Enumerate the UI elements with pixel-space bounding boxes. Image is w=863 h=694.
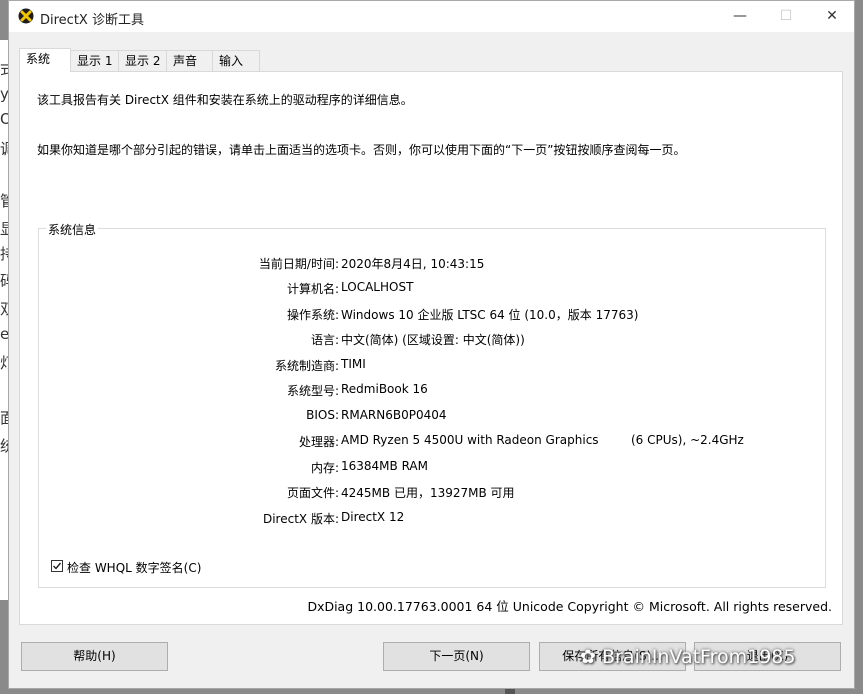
info-row-directx-version: DirectX 版本: DirectX 12 bbox=[39, 510, 819, 528]
info-row-computer-name: 计算机名: LOCALHOST bbox=[39, 280, 819, 298]
info-label: 系统型号: bbox=[286, 384, 339, 398]
info-row-manufacturer: 系统制造商: TIMI bbox=[39, 357, 819, 375]
tab-system[interactable]: 系统 bbox=[19, 48, 71, 72]
system-tab-panel: 该工具报告有关 DirectX 组件和安装在系统上的驱动程序的详细信息。 如果你… bbox=[19, 71, 843, 625]
info-label: 处理器: bbox=[298, 435, 339, 449]
tab-display-1[interactable]: 显示 1 bbox=[70, 50, 119, 71]
info-label: 当前日期/时间: bbox=[258, 257, 339, 271]
info-value: 4245MB 已用，13927MB 可用 bbox=[341, 486, 515, 500]
info-label: 系统制造商: bbox=[274, 359, 339, 373]
maximize-button[interactable]: ☐ bbox=[763, 1, 809, 32]
whql-checkbox-label[interactable]: 检查 WHQL 数字签名(C) bbox=[67, 559, 201, 576]
info-value: RedmiBook 16 bbox=[341, 382, 428, 396]
copyright-footer: DxDiag 10.00.17763.0001 64 位 Unicode Cop… bbox=[307, 599, 832, 614]
directx-x-icon bbox=[18, 8, 34, 24]
checkmark-icon bbox=[53, 562, 62, 570]
dxdiag-window: DirectX 诊断工具 — ☐ ✕ 系统 显示 1 显示 2 声音 输入 该工… bbox=[8, 0, 855, 689]
next-page-button[interactable]: 下一页(N) bbox=[383, 642, 530, 671]
close-button[interactable]: ✕ bbox=[809, 1, 855, 32]
title-bar[interactable]: DirectX 诊断工具 — ☐ ✕ bbox=[9, 1, 854, 32]
minimize-button[interactable]: — bbox=[717, 1, 763, 32]
info-label: 内存: bbox=[310, 461, 339, 475]
info-row-memory: 内存: 16384MB RAM bbox=[39, 459, 819, 477]
info-value: 16384MB RAM bbox=[341, 459, 428, 473]
watermark: ✿ BrainInVatFrom1985 bbox=[580, 646, 795, 668]
window-title: DirectX 诊断工具 bbox=[40, 13, 144, 28]
info-value: RMARN6B0P0404 bbox=[341, 408, 447, 422]
info-label: BIOS: bbox=[306, 408, 339, 422]
info-label: 语言: bbox=[310, 333, 339, 347]
info-row-model: 系统型号: RedmiBook 16 bbox=[39, 382, 819, 400]
info-value: AMD Ryzen 5 4500U with Radeon Graphics bbox=[341, 433, 599, 447]
info-row-processor: 处理器: AMD Ryzen 5 4500U with Radeon Graph… bbox=[39, 433, 819, 451]
tab-input[interactable]: 输入 bbox=[212, 50, 260, 71]
info-row-page-file: 页面文件: 4245MB 已用，13927MB 可用 bbox=[39, 484, 819, 502]
info-value: Windows 10 企业版 LTSC 64 位 (10.0，版本 17763) bbox=[341, 308, 639, 322]
tab-display-2[interactable]: 显示 2 bbox=[118, 50, 167, 71]
cpu-cores-speed: (6 CPUs), ~2.4GHz bbox=[631, 433, 744, 447]
wechat-icon: ✿ bbox=[580, 646, 602, 668]
info-label: 操作系统: bbox=[286, 308, 339, 322]
watermark-text: BrainInVatFrom1985 bbox=[601, 646, 796, 668]
info-value: TIMI bbox=[341, 357, 366, 371]
info-value: LOCALHOST bbox=[341, 280, 414, 294]
info-value: 中文(简体) (区域设置: 中文(简体)) bbox=[341, 333, 525, 347]
whql-checkbox[interactable] bbox=[51, 560, 63, 572]
intro-hint: 如果你知道是哪个部分引起的错误，请单击上面适当的选项卡。否则，你可以使用下面的“… bbox=[37, 143, 686, 157]
info-row-os: 操作系统: Windows 10 企业版 LTSC 64 位 (10.0，版本 … bbox=[39, 306, 819, 324]
info-value: DirectX 12 bbox=[341, 510, 405, 524]
tab-sound[interactable]: 声音 bbox=[166, 50, 213, 71]
group-title: 系统信息 bbox=[46, 221, 99, 238]
info-row-datetime: 当前日期/时间: 2020年8月4日, 10:43:15 bbox=[39, 255, 819, 273]
intro-text: 该工具报告有关 DirectX 组件和安装在系统上的驱动程序的详细信息。 bbox=[37, 93, 413, 107]
info-value: 2020年8月4日, 10:43:15 bbox=[341, 257, 485, 271]
info-row-language: 语言: 中文(简体) (区域设置: 中文(简体)) bbox=[39, 331, 819, 349]
info-label: 计算机名: bbox=[286, 282, 339, 296]
info-label: DirectX 版本: bbox=[262, 512, 339, 526]
system-info-group: 系统信息 当前日期/时间: 2020年8月4日, 10:43:15 计算机名: … bbox=[38, 221, 826, 588]
info-row-bios: BIOS: RMARN6B0P0404 bbox=[39, 408, 819, 426]
info-label: 页面文件: bbox=[286, 486, 339, 500]
help-button[interactable]: 帮助(H) bbox=[21, 642, 168, 671]
